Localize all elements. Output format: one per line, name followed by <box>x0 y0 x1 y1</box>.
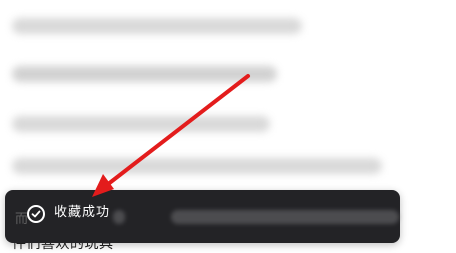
check-circle-icon <box>27 205 45 223</box>
blurred-text-line <box>12 158 382 174</box>
blurred-text-line <box>12 116 270 132</box>
blurred-text-line <box>12 66 277 82</box>
blurred-text-line <box>12 18 302 34</box>
toast-message: 收藏成功 <box>54 205 111 220</box>
toast-background-blur <box>113 210 125 224</box>
success-toast: 而 收藏成功 <box>5 190 400 243</box>
toast-background-blur <box>171 210 399 224</box>
screenshot-canvas: 件们喜欢的玩具 而 收藏成功 <box>0 0 456 253</box>
